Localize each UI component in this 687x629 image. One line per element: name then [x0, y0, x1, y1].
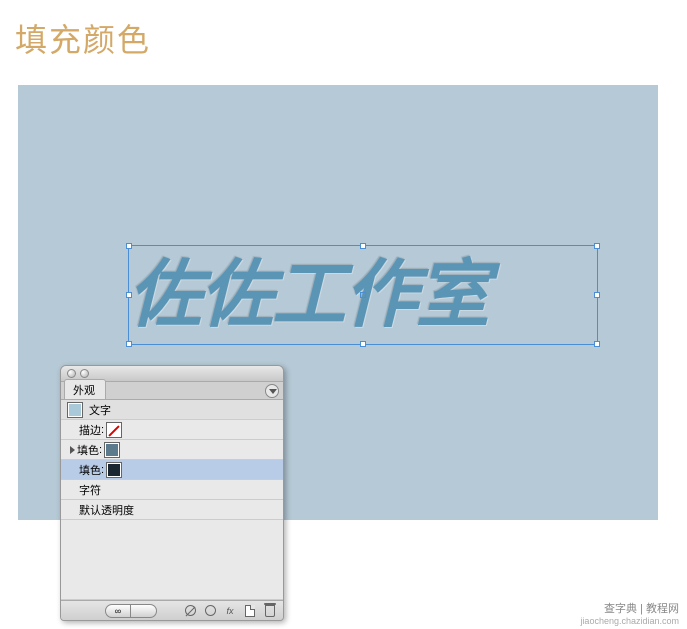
opacity-label: 默认透明度 [79, 502, 134, 518]
row-opacity[interactable]: 默认透明度 [61, 500, 283, 520]
link-off-icon[interactable] [131, 604, 157, 618]
handle-mid-left[interactable] [126, 292, 132, 298]
watermark-line1: 查字典 | 教程网 [580, 603, 679, 616]
minimize-icon[interactable] [80, 369, 89, 378]
handle-top-mid[interactable] [360, 243, 366, 249]
page-title: 填充颜色 [0, 0, 687, 61]
stroke-swatch-none[interactable] [106, 422, 122, 438]
link-toggle[interactable]: ∞ [105, 604, 157, 618]
row-fill-1[interactable]: 填色: [61, 440, 283, 460]
trash-icon[interactable] [261, 603, 279, 619]
tab-appearance[interactable]: 外观 [64, 379, 106, 399]
fx-icon[interactable] [221, 603, 239, 619]
text-object[interactable]: 佐佐工作室 [128, 245, 598, 345]
reduce-appearance-icon[interactable] [201, 603, 219, 619]
panel-footer: ∞ [61, 600, 283, 620]
new-item-icon[interactable] [241, 603, 259, 619]
watermark: 查字典 | 教程网 jiaocheng.chazidian.com [580, 603, 679, 627]
row-stroke[interactable]: 描边: [61, 420, 283, 440]
link-on-icon[interactable]: ∞ [105, 604, 131, 618]
center-mark [360, 292, 366, 298]
clear-appearance-icon[interactable] [181, 603, 199, 619]
close-icon[interactable] [67, 369, 76, 378]
appearance-panel[interactable]: 外观 文字 描边: 填色: 填色: 字符 默认透明度 [60, 365, 284, 621]
handle-top-right[interactable] [594, 243, 600, 249]
handle-mid-right[interactable] [594, 292, 600, 298]
fill2-label: 填色 [79, 462, 101, 478]
handle-top-left[interactable] [126, 243, 132, 249]
watermark-line2: jiaocheng.chazidian.com [580, 616, 679, 627]
row-fill-2[interactable]: 填色: [61, 460, 283, 480]
panel-body: 文字 描边: 填色: 填色: 字符 默认透明度 [61, 400, 283, 600]
char-label: 字符 [79, 482, 101, 498]
object-type-label: 文字 [89, 402, 111, 418]
panel-blank [61, 520, 283, 600]
handle-bot-mid[interactable] [360, 341, 366, 347]
fill2-swatch[interactable] [106, 462, 122, 478]
object-swatch[interactable] [67, 402, 83, 418]
stroke-label: 描边 [79, 422, 101, 438]
row-characters[interactable]: 字符 [61, 480, 283, 500]
panel-menu-icon[interactable] [265, 384, 279, 398]
disclosure-icon[interactable] [67, 446, 77, 454]
panel-tabs: 外观 [61, 382, 283, 400]
fill1-label: 填色 [77, 442, 99, 458]
fill1-swatch[interactable] [104, 442, 120, 458]
row-object-type[interactable]: 文字 [61, 400, 283, 420]
handle-bot-left[interactable] [126, 341, 132, 347]
handle-bot-right[interactable] [594, 341, 600, 347]
selection-bounds [128, 245, 598, 345]
